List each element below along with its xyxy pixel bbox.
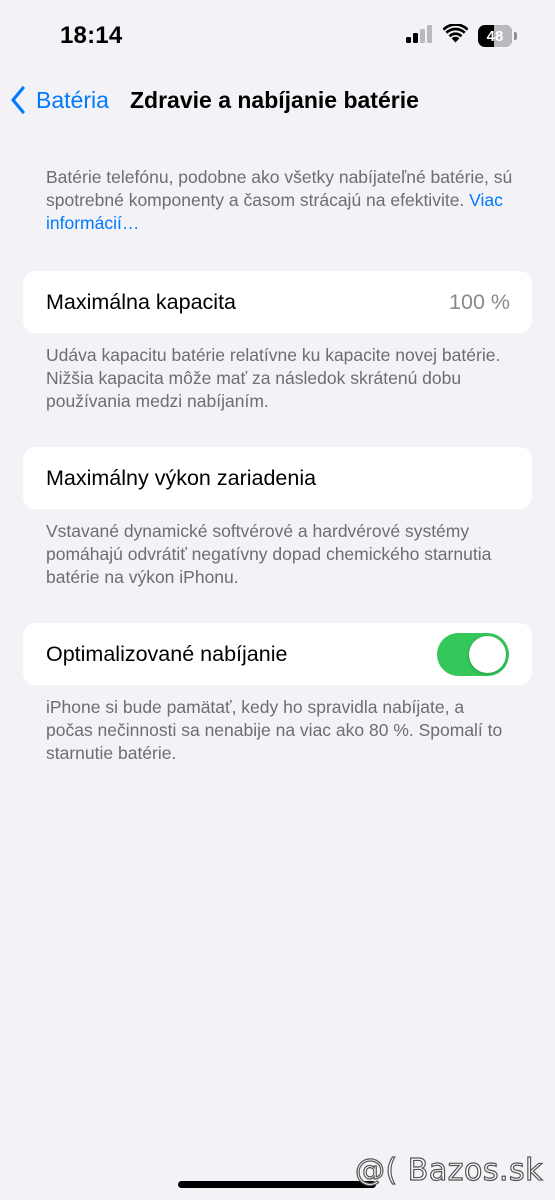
max-capacity-footer: Udáva kapacitu batérie relatívne ku kapa… bbox=[46, 345, 501, 411]
nav-bar: Batéria Zdravie a nabíjanie batérie bbox=[0, 78, 555, 122]
wifi-icon bbox=[442, 23, 469, 48]
chevron-left-icon bbox=[11, 86, 25, 114]
status-bar: 18:14 48 bbox=[0, 0, 555, 70]
optimized-charging-row: Optimalizované nabíjanie bbox=[23, 623, 532, 685]
intro-description: Batérie telefónu, podobne ako všetky nab… bbox=[46, 167, 513, 210]
optimized-charging-footer: iPhone si bude pamätať, kedy ho spravidl… bbox=[46, 697, 503, 763]
peak-performance-row[interactable]: Maximálny výkon zariadenia bbox=[23, 447, 532, 509]
back-button[interactable]: Batéria bbox=[10, 78, 109, 122]
status-time: 18:14 bbox=[60, 22, 123, 49]
battery-nub bbox=[514, 32, 517, 40]
peak-performance-footer: Vstavané dynamické softvérové a hardvéro… bbox=[46, 521, 492, 587]
max-capacity-row: Maximálna kapacita 100 % bbox=[23, 271, 532, 333]
bazos-watermark: @( Bazos.sk bbox=[354, 1152, 543, 1188]
back-label: Batéria bbox=[36, 86, 109, 113]
battery-level: 48 bbox=[486, 27, 504, 45]
intro-text: Batérie telefónu, podobne ako všetky nab… bbox=[46, 166, 515, 235]
optimized-charging-toggle[interactable] bbox=[437, 633, 509, 676]
home-indicator[interactable] bbox=[178, 1181, 376, 1188]
max-capacity-label: Maximálna kapacita bbox=[46, 290, 237, 314]
battery-icon: 48 bbox=[478, 25, 512, 47]
toggle-knob bbox=[469, 636, 506, 673]
status-icons: 48 bbox=[406, 23, 517, 48]
page-title: Zdravie a nabíjanie batérie bbox=[130, 87, 419, 113]
optimized-charging-label: Optimalizované nabíjanie bbox=[46, 642, 288, 666]
cellular-signal-icon bbox=[406, 24, 433, 48]
max-capacity-value: 100 % bbox=[449, 290, 510, 314]
peak-performance-label: Maximálny výkon zariadenia bbox=[46, 466, 317, 490]
